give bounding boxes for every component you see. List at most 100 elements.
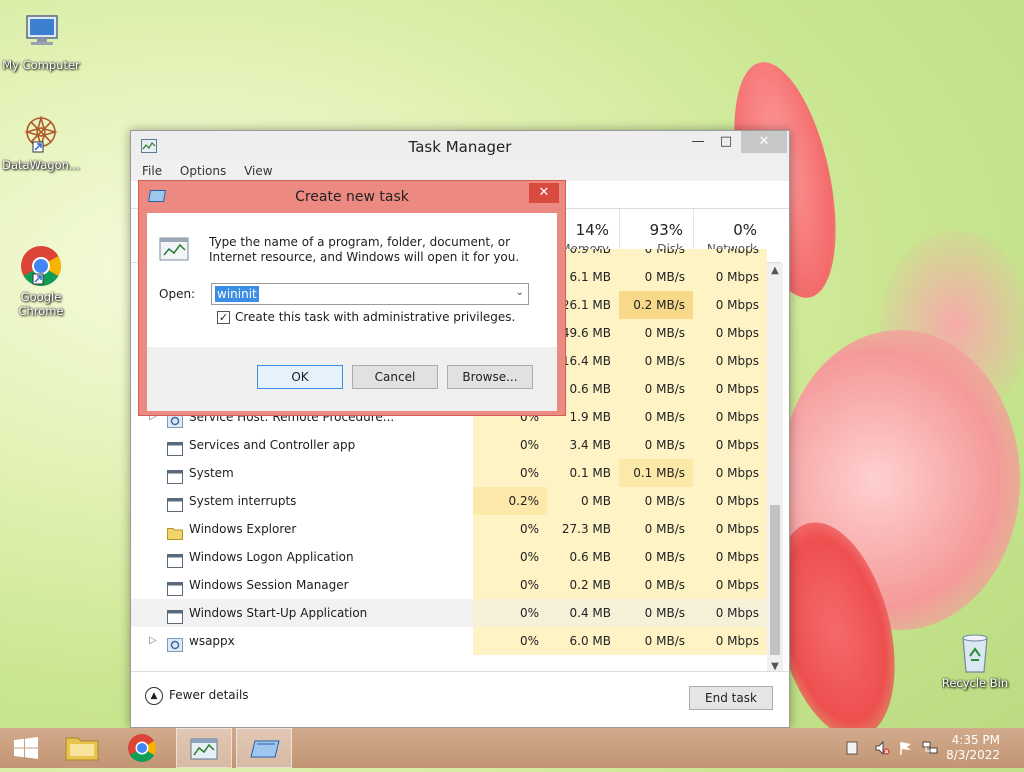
application-icon	[167, 606, 183, 624]
table-row[interactable]: System 0% 0.1 MB 0.1 MB/s 0 Mbps	[131, 459, 767, 487]
taskbar-task-manager[interactable]	[176, 728, 232, 768]
admin-privileges-checkbox[interactable]: ✓	[217, 311, 230, 324]
menu-view[interactable]: View	[241, 161, 275, 181]
process-name: Windows Explorer	[189, 522, 297, 536]
end-task-button[interactable]: End task	[689, 686, 773, 710]
process-name: System interrupts	[189, 494, 297, 508]
dialog-button-bar: OK Cancel Browse...	[147, 347, 557, 411]
cpu-cell: 0%	[473, 515, 547, 543]
cpu-cell: 0%	[473, 571, 547, 599]
maximize-button[interactable]: □	[711, 131, 741, 153]
application-icon	[167, 466, 183, 484]
close-button[interactable]: ✕	[741, 131, 787, 153]
desktop-icon-recycle-bin[interactable]: Recycle Bin	[934, 630, 1016, 690]
process-name: System	[189, 466, 234, 480]
chevron-down-icon[interactable]: ⌄	[516, 287, 524, 298]
vertical-scrollbar[interactable]: ▲ ▼	[767, 263, 783, 675]
disk-cell: 0 MB/s	[619, 431, 693, 459]
memory-cell: 0 MB	[547, 487, 619, 515]
disk-cell: 0 MB/s	[619, 543, 693, 571]
start-button[interactable]	[0, 728, 56, 768]
network-cell: 0 Mbps	[693, 543, 767, 571]
taskbar-run-dialog[interactable]	[236, 728, 292, 768]
cpu-cell: 0%	[473, 599, 547, 627]
disk-cell: 0 MB/s	[619, 375, 693, 403]
desktop-icon-datawagon[interactable]: DataWagon...	[0, 112, 82, 172]
network-cell: 0 Mbps	[693, 571, 767, 599]
dialog-description: Type the name of a program, folder, docu…	[209, 235, 520, 264]
process-name: wsappx	[189, 634, 235, 648]
desktop-icon-google-chrome[interactable]: Google Chrome	[0, 216, 82, 332]
fewer-details-button[interactable]: ▲ Fewer details	[145, 686, 249, 705]
desktop-icon-label: Google Chrome	[18, 290, 64, 318]
run-program-icon	[159, 235, 191, 268]
recycle-bin-icon	[953, 630, 997, 674]
open-combobox[interactable]: wininit ⌄	[211, 283, 529, 305]
dialog-body: Type the name of a program, folder, docu…	[147, 213, 557, 411]
network-icon[interactable]	[922, 740, 938, 756]
table-row[interactable]: Windows Session Manager 0% 0.2 MB 0 MB/s…	[131, 571, 767, 599]
volume-muted-icon[interactable]	[874, 740, 890, 756]
chrome-icon	[19, 230, 63, 286]
network-cell: 0 Mbps	[693, 627, 767, 655]
admin-privileges-label: Create this task with administrative pri…	[235, 310, 516, 324]
memory-cell: 6.0 MB	[547, 627, 619, 655]
memory-cell: 0.6 MB	[547, 543, 619, 571]
disk-percent: 93%	[649, 221, 683, 239]
table-row[interactable]: Windows Explorer 0% 27.3 MB 0 MB/s 0 Mbp…	[131, 515, 767, 543]
flag-icon[interactable]	[898, 740, 914, 756]
windows-logo-icon	[14, 737, 38, 759]
taskbar: 4:35 PM 8/3/2022	[0, 728, 1024, 768]
action-center-icon[interactable]	[844, 740, 860, 756]
taskbar-chrome[interactable]	[114, 728, 170, 768]
desktop-icon-my-computer[interactable]: My Computer	[0, 12, 82, 72]
system-clock[interactable]: 4:35 PM 8/3/2022	[946, 733, 1000, 763]
chevron-up-icon: ▲	[145, 686, 163, 705]
cpu-cell: 0.2%	[473, 487, 547, 515]
process-name: Services and Controller app	[189, 438, 356, 452]
memory-cell: 3.4 MB	[547, 431, 619, 459]
cancel-button[interactable]: Cancel	[352, 365, 438, 389]
minimize-button[interactable]: —	[683, 131, 713, 153]
task-manager-icon	[190, 738, 218, 760]
network-cell: 0 Mbps	[693, 291, 767, 319]
dialog-close-button[interactable]: ✕	[529, 183, 559, 203]
scroll-up-icon[interactable]: ▲	[767, 263, 783, 279]
cpu-cell: 0%	[473, 431, 547, 459]
disk-cell: 0 MB/s	[619, 571, 693, 599]
application-icon	[167, 578, 183, 596]
process-name-cell: Windows Start-Up Application	[131, 599, 473, 627]
process-name-cell: Windows Session Manager	[131, 571, 473, 599]
disk-cell: 0 MB/s	[619, 263, 693, 291]
wallpaper-flower-petal	[780, 330, 1020, 630]
expand-chevron-icon[interactable]: ▷	[149, 627, 157, 655]
open-label: Open:	[159, 287, 196, 301]
taskbar-file-explorer[interactable]	[54, 728, 110, 768]
disk-cell: 0 MB/s	[619, 347, 693, 375]
menu-file[interactable]: File	[139, 161, 165, 181]
table-row[interactable]: Windows Start-Up Application 0% 0.4 MB 0…	[131, 599, 767, 627]
table-row[interactable]: System interrupts 0.2% 0 MB 0 MB/s 0 Mbp…	[131, 487, 767, 515]
table-row[interactable]: Services and Controller app 0% 3.4 MB 0 …	[131, 431, 767, 459]
table-row[interactable]: Windows Logon Application 0% 0.6 MB 0 MB…	[131, 543, 767, 571]
desktop-icon-label: My Computer	[2, 58, 80, 72]
menu-options[interactable]: Options	[177, 161, 229, 181]
task-manager-titlebar[interactable]: Task Manager — □ ✕	[131, 131, 789, 161]
process-name: Windows Start-Up Application	[189, 606, 368, 620]
memory-cell: 0.2 MB	[547, 571, 619, 599]
desktop-icon-label: DataWagon...	[2, 158, 80, 172]
cpu-cell: 0%	[473, 627, 547, 655]
network-cell: 0 Mbps	[693, 599, 767, 627]
cpu-cell: 0%	[473, 543, 547, 571]
browse-button[interactable]: Browse...	[447, 365, 533, 389]
open-input-value[interactable]: wininit	[215, 286, 259, 302]
table-row[interactable]: ▷ wsappx 0% 6.0 MB 0 MB/s 0 Mbps	[131, 627, 767, 655]
chrome-icon	[128, 734, 156, 762]
ok-button[interactable]: OK	[257, 365, 343, 389]
dialog-titlebar[interactable]: Create new task ✕	[139, 181, 565, 213]
network-cell: 0 Mbps	[693, 347, 767, 375]
menu-bar: File Options View	[131, 161, 789, 181]
scrollbar-thumb[interactable]	[770, 505, 780, 655]
fewer-details-label: Fewer details	[169, 688, 249, 702]
process-name-cell: System	[131, 459, 473, 487]
